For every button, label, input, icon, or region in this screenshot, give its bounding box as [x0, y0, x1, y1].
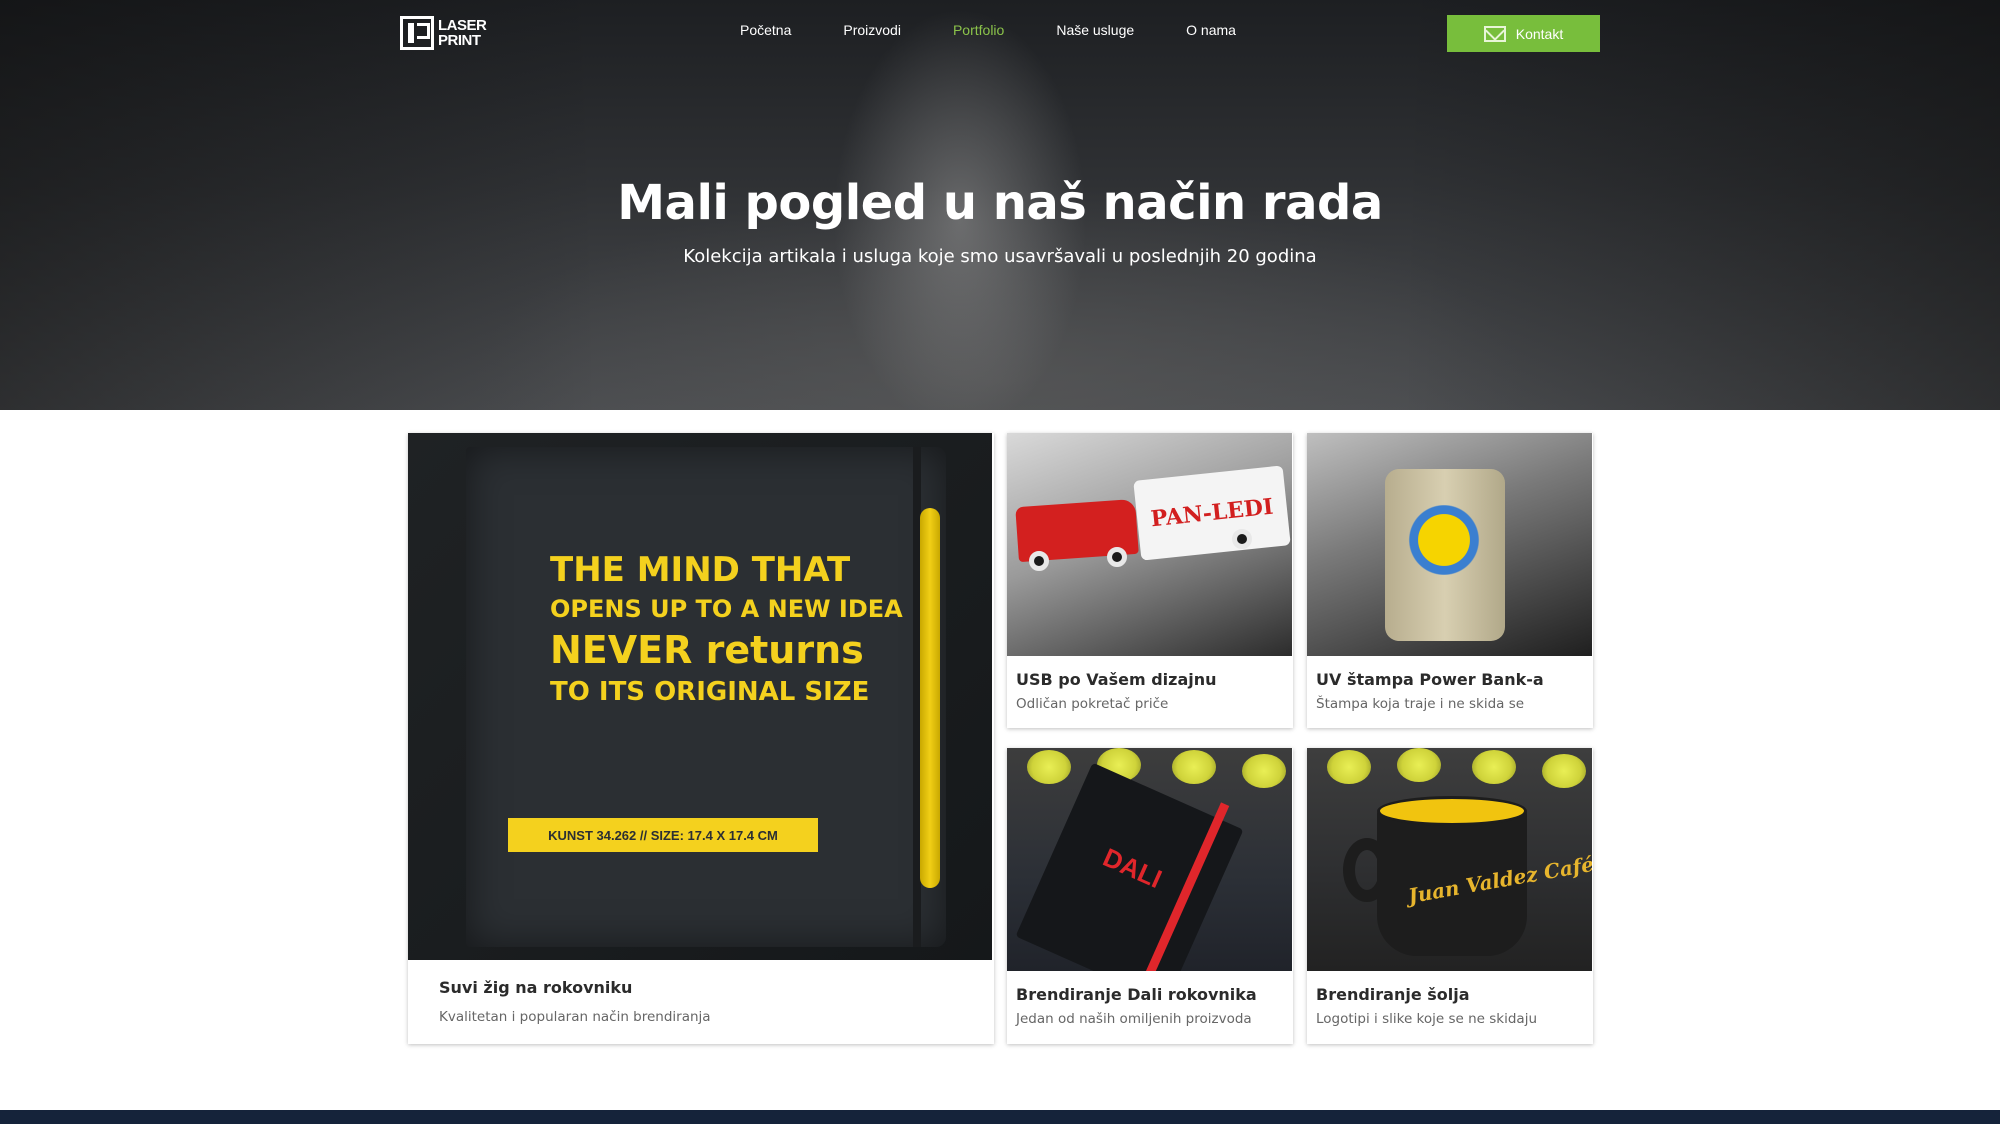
nav-item-o-nama[interactable]: O nama	[1186, 22, 1236, 38]
portfolio-card-dali[interactable]: DALI Brendiranje Dali rokovnika Jedan od…	[1007, 748, 1293, 1044]
comic-burst-graphic	[1399, 505, 1489, 575]
card-description: Kvalitetan i popularan način brendiranja	[439, 1009, 711, 1025]
hero-title: Mali pogled u naš način rada	[617, 175, 1383, 231]
nav-item-pocetna[interactable]: Početna	[740, 22, 791, 38]
nav-item-nase-usluge[interactable]: Naše usluge	[1056, 22, 1134, 38]
site-logo[interactable]: LASER PRINT	[400, 14, 496, 52]
notebook-text-line-3: NEVER returns	[550, 628, 864, 672]
succulent-decor	[1327, 750, 1371, 784]
succulent-decor	[1027, 750, 1071, 784]
truck-trailer: PAN-LEDI	[1133, 465, 1291, 561]
main-nav: Početna Proizvodi Portfolio Naše usluge …	[740, 22, 1236, 38]
notebook-text-line-2: OPENS UP TO A NEW IDEA	[550, 595, 903, 623]
notebook-text-line-4: TO ITS ORIGINAL SIZE	[550, 677, 870, 707]
portfolio-card-usb[interactable]: PAN-LEDI USB po Vašem dizajnu Odličan po…	[1007, 433, 1293, 728]
succulent-decor	[1172, 750, 1216, 784]
top-navbar: LASER PRINT Početna Proizvodi Portfolio …	[0, 0, 2000, 64]
card-title[interactable]: USB po Vašem dizajnu	[1016, 670, 1217, 689]
logo-line-1: LASER	[438, 17, 487, 34]
card-title[interactable]: Suvi žig na rokovniku	[439, 978, 632, 997]
portfolio-card-mug[interactable]: Juan Valdez Café Brendiranje šolja Logot…	[1307, 748, 1593, 1044]
usb-image: PAN-LEDI	[1007, 433, 1292, 656]
card-description: Jedan od naših omiljenih proizvoda	[1016, 1011, 1252, 1027]
succulent-decor	[1397, 748, 1441, 782]
contact-button[interactable]: Kontakt	[1447, 15, 1600, 52]
mug-rim	[1377, 796, 1527, 826]
card-description: Logotipi i slike koje se ne skidaju	[1316, 1011, 1538, 1027]
wheel-icon	[1029, 551, 1049, 571]
logo-mark-icon	[400, 16, 434, 50]
mug-image: Juan Valdez Café	[1307, 748, 1592, 971]
dali-notebook-image: DALI	[1007, 748, 1292, 971]
nav-item-portfolio[interactable]: Portfolio	[953, 22, 1004, 38]
portfolio-card-featured[interactable]: THE MIND THAT OPENS UP TO A NEW IDEA NEV…	[408, 433, 994, 1044]
card-description: Odličan pokretač priče	[1016, 696, 1169, 712]
card-description: Štampa koja traje i ne skida se	[1316, 696, 1525, 712]
succulent-decor	[1242, 754, 1286, 788]
wheel-icon	[1232, 529, 1252, 549]
card-title[interactable]: Brendiranje šolja	[1316, 985, 1470, 1004]
footer-bar	[0, 1110, 2000, 1124]
card-title[interactable]: UV štampa Power Bank-a	[1316, 670, 1544, 689]
mail-icon	[1483, 25, 1506, 42]
logo-line-2: PRINT	[438, 32, 481, 49]
succulent-decor	[1542, 754, 1586, 788]
succulent-decor	[1472, 750, 1516, 784]
contact-button-label: Kontakt	[1515, 25, 1564, 42]
hero-subtitle: Kolekcija artikala i usluga koje smo usa…	[683, 246, 1317, 267]
notebook-print-text: THE MIND THAT OPENS UP TO A NEW IDEA NEV…	[550, 550, 903, 707]
pen-image	[920, 508, 940, 888]
wheel-icon	[1107, 547, 1127, 567]
notebook-text-line-1: THE MIND THAT	[550, 550, 851, 590]
card-title[interactable]: Brendiranje Dali rokovnika	[1016, 985, 1257, 1004]
nav-item-proizvodi[interactable]: Proizvodi	[843, 22, 901, 38]
logo-text: LASER PRINT	[438, 17, 487, 49]
portfolio-card-powerbank[interactable]: UV štampa Power Bank-a Štampa koja traje…	[1307, 433, 1593, 728]
powerbank-image	[1307, 433, 1592, 656]
notebook-size-label: KUNST 34.262 // SIZE: 17.4 X 17.4 CM	[508, 818, 818, 852]
notebook-image: THE MIND THAT OPENS UP TO A NEW IDEA NEV…	[408, 433, 992, 960]
hero-banner: LASER PRINT Početna Proizvodi Portfolio …	[0, 0, 2000, 410]
